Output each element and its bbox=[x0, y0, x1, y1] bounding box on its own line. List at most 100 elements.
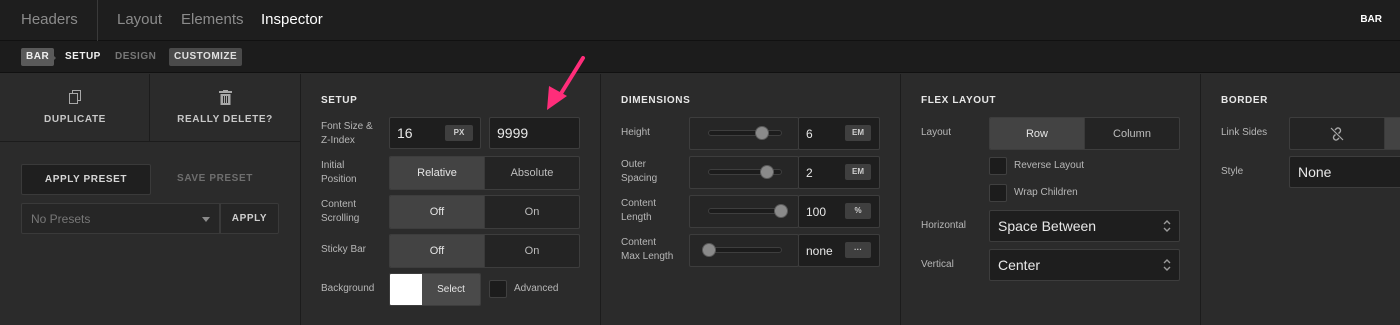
row-option[interactable]: Row bbox=[990, 118, 1084, 149]
height-unit[interactable]: EM bbox=[845, 125, 871, 141]
max-length-slider[interactable] bbox=[689, 234, 799, 267]
delete-label: REALLY DELETE? bbox=[177, 114, 273, 125]
background-color-picker[interactable]: Select bbox=[389, 273, 481, 306]
column-option[interactable]: Column bbox=[1084, 118, 1179, 149]
border-title: BORDER bbox=[1221, 95, 1268, 106]
layout-direction-toggle[interactable]: Row Column bbox=[989, 117, 1180, 150]
scrolling-off-option[interactable]: Off bbox=[390, 196, 484, 228]
link-sides-toggle[interactable] bbox=[1289, 117, 1400, 150]
tab-inspector[interactable]: Inspector bbox=[261, 11, 323, 28]
dimensions-panel: DIMENSIONS Height 6 EM Outer Spacing 2 E… bbox=[601, 74, 901, 325]
sticky-label: Sticky Bar bbox=[321, 244, 367, 255]
font-size-unit[interactable]: PX bbox=[445, 125, 473, 141]
element-name: BAR bbox=[1360, 14, 1382, 25]
tab-headers[interactable]: Headers bbox=[21, 11, 78, 28]
link-sides-active-option[interactable] bbox=[1384, 118, 1400, 149]
content-length-slider[interactable] bbox=[689, 195, 799, 228]
background-label: Background bbox=[321, 283, 375, 294]
apply-button[interactable]: APPLY bbox=[220, 203, 279, 234]
wrap-children-label: Wrap Children bbox=[1014, 187, 1078, 198]
duplicate-button[interactable]: DUPLICATE bbox=[0, 74, 150, 142]
select-color-button[interactable]: Select bbox=[422, 274, 480, 305]
sticky-on-option[interactable]: On bbox=[484, 235, 579, 267]
content-length-unit[interactable]: % bbox=[845, 203, 871, 219]
presets-select[interactable]: No Presets bbox=[21, 203, 220, 234]
horizontal-select[interactable]: Space Between bbox=[989, 210, 1180, 242]
horizontal-label: Horizontal bbox=[921, 220, 967, 231]
position-toggle[interactable]: Relative Absolute bbox=[389, 156, 580, 190]
vertical-value: Center bbox=[998, 257, 1041, 273]
apply-preset-button[interactable]: APPLY PRESET bbox=[21, 164, 151, 195]
absolute-option[interactable]: Absolute bbox=[484, 157, 579, 189]
duplicate-icon bbox=[69, 90, 81, 104]
link-sides-label: Link Sides bbox=[1221, 127, 1268, 138]
content-length-label: Content Length bbox=[621, 198, 657, 223]
scrolling-toggle[interactable]: Off On bbox=[389, 195, 580, 229]
outer-spacing-slider[interactable] bbox=[689, 156, 799, 189]
content-length-input[interactable]: 100 % bbox=[798, 195, 880, 228]
wrap-children-checkbox[interactable] bbox=[989, 184, 1007, 202]
color-swatch[interactable] bbox=[390, 274, 422, 305]
outer-spacing-value: 2 bbox=[806, 166, 813, 180]
max-length-label: Content Max Length bbox=[621, 237, 674, 262]
crumb-customize[interactable]: CUSTOMIZE bbox=[169, 48, 243, 66]
horizontal-value: Space Between bbox=[998, 218, 1097, 234]
font-size-label: Font Size & Z-Index bbox=[321, 121, 373, 146]
relative-option[interactable]: Relative bbox=[390, 157, 484, 189]
crumb-bar[interactable]: BAR bbox=[21, 48, 55, 66]
zindex-input[interactable]: 9999 bbox=[489, 117, 580, 149]
delete-button[interactable]: REALLY DELETE? bbox=[150, 74, 300, 142]
advanced-label: Advanced bbox=[514, 283, 559, 294]
height-slider[interactable] bbox=[689, 117, 799, 150]
advanced-checkbox[interactable] bbox=[489, 280, 507, 298]
font-size-value: 16 bbox=[397, 125, 413, 141]
scrolling-label: Content Scrolling bbox=[321, 199, 360, 224]
border-panel: BORDER Link Sides Style None bbox=[1201, 74, 1400, 325]
tab-layout[interactable]: Layout bbox=[117, 11, 162, 28]
max-length-slider-knob[interactable] bbox=[702, 243, 716, 257]
sticky-toggle[interactable]: Off On bbox=[389, 234, 580, 268]
max-length-unit[interactable]: ··· bbox=[845, 242, 871, 258]
breadcrumb: BAR SETUP DESIGN CUSTOMIZE bbox=[0, 41, 1400, 73]
updown-chevron-icon bbox=[1163, 259, 1171, 271]
crumb-setup[interactable]: SETUP bbox=[60, 48, 106, 66]
flex-layout-panel: FLEX LAYOUT Layout Row Column Reverse La… bbox=[901, 74, 1201, 325]
vertical-select[interactable]: Center bbox=[989, 249, 1180, 281]
max-length-input[interactable]: none ··· bbox=[798, 234, 880, 267]
setup-panel: SETUP Font Size & Z-Index 16 PX 9999 Ini… bbox=[301, 56, 601, 325]
height-label: Height bbox=[621, 127, 650, 138]
divider bbox=[97, 0, 98, 41]
height-slider-knob[interactable] bbox=[755, 126, 770, 140]
vertical-label: Vertical bbox=[921, 259, 954, 270]
updown-chevron-icon bbox=[1163, 220, 1171, 232]
sticky-off-option[interactable]: Off bbox=[390, 235, 484, 267]
content-length-value: 100 bbox=[806, 205, 827, 219]
dimensions-title: DIMENSIONS bbox=[621, 95, 691, 106]
presets-value: No Presets bbox=[31, 212, 91, 226]
font-size-input[interactable]: 16 PX bbox=[389, 117, 481, 149]
setup-title: SETUP bbox=[321, 95, 358, 106]
position-label: Initial Position bbox=[321, 160, 357, 185]
border-style-value: None bbox=[1298, 164, 1332, 180]
outer-spacing-input[interactable]: 2 EM bbox=[798, 156, 880, 189]
crumb-design[interactable]: DESIGN bbox=[110, 48, 161, 66]
pointer-arrow-icon bbox=[547, 56, 585, 110]
top-bar: Headers Layout Elements Inspector BAR bbox=[0, 0, 1400, 41]
tab-elements[interactable]: Elements bbox=[181, 11, 244, 28]
border-style-select[interactable]: None bbox=[1289, 156, 1400, 188]
zindex-value: 9999 bbox=[497, 125, 529, 141]
trash-icon bbox=[219, 90, 232, 105]
save-preset-button[interactable]: SAVE PRESET bbox=[151, 164, 279, 195]
outer-spacing-unit[interactable]: EM bbox=[845, 164, 871, 180]
reverse-layout-checkbox[interactable] bbox=[989, 157, 1007, 175]
reverse-layout-label: Reverse Layout bbox=[1014, 160, 1085, 171]
flex-layout-title: FLEX LAYOUT bbox=[921, 95, 997, 106]
chevron-down-icon bbox=[202, 217, 210, 222]
height-input[interactable]: 6 EM bbox=[798, 117, 880, 150]
scrolling-on-option[interactable]: On bbox=[484, 196, 579, 228]
height-value: 6 bbox=[806, 127, 813, 141]
outer-spacing-label: Outer Spacing bbox=[621, 159, 658, 184]
layout-label: Layout bbox=[921, 127, 952, 138]
content-length-slider-knob[interactable] bbox=[774, 204, 788, 218]
outer-spacing-slider-knob[interactable] bbox=[759, 165, 774, 179]
